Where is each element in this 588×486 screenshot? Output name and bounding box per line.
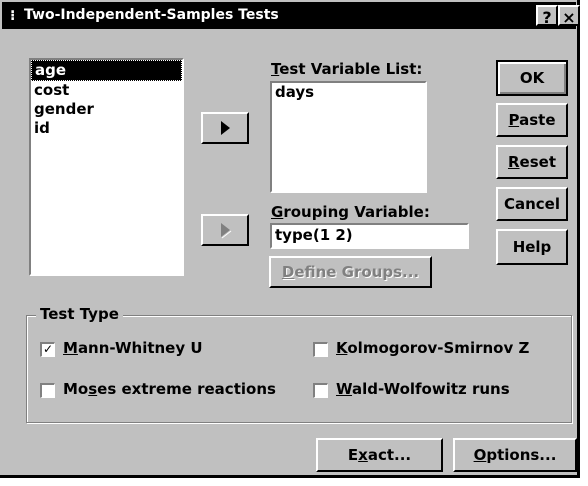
list-item[interactable]: age <box>31 60 182 81</box>
source-variable-list[interactable]: age cost gender id <box>29 58 184 276</box>
paste-button[interactable]: Paste <box>496 103 568 137</box>
dialog-window: ⁝ Two-Independent-Samples Tests ? × age … <box>0 0 580 478</box>
grouping-variable-label: Grouping Variable: <box>271 203 430 221</box>
wald-wolfowitz-label: Wald-Wolfowitz runs <box>336 380 510 398</box>
reset-button[interactable]: Reset <box>496 145 568 179</box>
list-item[interactable]: id <box>31 119 182 138</box>
dialog-title: Two-Independent-Samples Tests <box>24 7 279 23</box>
moses-checkbox[interactable] <box>40 383 55 398</box>
close-button[interactable]: × <box>558 5 580 27</box>
move-to-grouping-button[interactable] <box>201 214 249 246</box>
cancel-button[interactable]: Cancel <box>496 187 568 221</box>
exact-button[interactable]: Exact... <box>316 438 443 472</box>
help-question-button[interactable]: ? <box>536 5 558 27</box>
grouping-variable-field[interactable]: type(1 2) <box>270 223 469 249</box>
grouping-variable-value: type(1 2) <box>275 226 353 244</box>
ok-button[interactable]: OK <box>496 60 568 96</box>
title-bar[interactable]: ⁝ Two-Independent-Samples Tests ? × <box>2 2 580 29</box>
define-groups-button[interactable]: Define Groups... <box>269 256 432 288</box>
test-type-group <box>26 315 572 423</box>
test-type-title: Test Type <box>36 305 123 323</box>
test-variable-list[interactable]: days <box>270 81 427 193</box>
arrow-right-icon <box>221 121 230 135</box>
test-variable-list-label-rest: est Variable List: <box>279 60 423 78</box>
test-variable-list-label: Test Variable List: <box>271 60 423 78</box>
mann-whitney-label: Mann-Whitney U <box>63 339 203 357</box>
list-item[interactable]: days <box>272 83 425 102</box>
kolmogorov-smirnov-label: Kolmogorov-Smirnov Z <box>336 339 530 357</box>
help-button[interactable]: Help <box>496 229 568 265</box>
mann-whitney-checkbox[interactable]: ✓ <box>40 342 55 357</box>
list-item[interactable]: cost <box>31 81 182 100</box>
arrow-right-icon <box>221 223 232 239</box>
list-item[interactable]: gender <box>31 100 182 119</box>
kolmogorov-smirnov-checkbox[interactable] <box>313 342 328 357</box>
options-button[interactable]: Options... <box>453 438 577 472</box>
wald-wolfowitz-checkbox[interactable] <box>313 383 328 398</box>
move-to-test-list-button[interactable] <box>201 112 249 144</box>
moses-label: Moses extreme reactions <box>63 380 276 398</box>
app-icon: ⁝ <box>10 8 16 24</box>
